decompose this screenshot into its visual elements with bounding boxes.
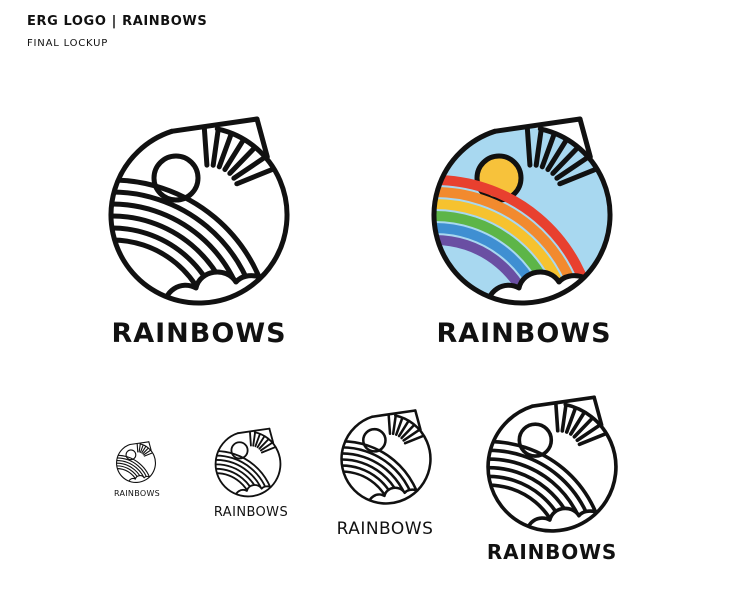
sun-ray <box>391 414 399 436</box>
ray-fan-edge <box>169 116 260 134</box>
emblem-ring <box>108 126 290 306</box>
logo-outline-small <box>213 427 283 499</box>
sun-ray <box>248 431 252 447</box>
cloud <box>161 269 287 303</box>
logo-outline-xsmall <box>115 441 157 484</box>
sun-ray <box>200 127 210 168</box>
sun-ray <box>553 403 560 433</box>
sun-ray <box>252 431 257 447</box>
wordmark-medium: RAINBOWS <box>336 519 434 539</box>
ray-fan-edge <box>237 427 271 435</box>
rainbow-emblem-outline <box>340 409 432 505</box>
ray-fan-edge <box>129 441 150 446</box>
logo-outline-mlarge <box>483 395 621 536</box>
cloud <box>367 486 431 504</box>
wordmark-outline-large: RAINBOWS <box>111 318 287 349</box>
cloud <box>127 475 156 483</box>
ray-fan-edge <box>370 409 417 418</box>
wordmark-small: RAINBOWS <box>213 505 289 520</box>
sun-ray <box>560 403 570 433</box>
sun-ray <box>136 443 139 453</box>
logo-color-large <box>427 116 617 310</box>
sun-ray <box>138 443 142 453</box>
sun-ray <box>386 414 392 436</box>
cloud <box>234 484 281 497</box>
wordmark-color-large: RAINBOWS <box>436 318 612 349</box>
wordmark-xsmall: RAINBOWS <box>113 489 161 498</box>
rainbow-emblem-outline <box>116 441 156 483</box>
rainbow-emblem-color <box>431 116 613 306</box>
page-title: ERG LOGO | RAINBOWS <box>27 14 208 29</box>
sun-ray <box>210 127 224 168</box>
wordmark-mlarge: RAINBOWS <box>486 540 618 564</box>
ray-fan-edge <box>530 395 596 409</box>
rainbow-emblem-outline <box>486 395 618 533</box>
page-subtitle: FINAL LOCKUP <box>27 38 109 49</box>
cloud <box>524 506 616 531</box>
rainbow-emblem-outline <box>214 427 282 498</box>
logo-outline-large <box>104 116 294 310</box>
rainbow-emblem-outline <box>108 116 290 306</box>
logo-outline-medium <box>338 409 434 507</box>
